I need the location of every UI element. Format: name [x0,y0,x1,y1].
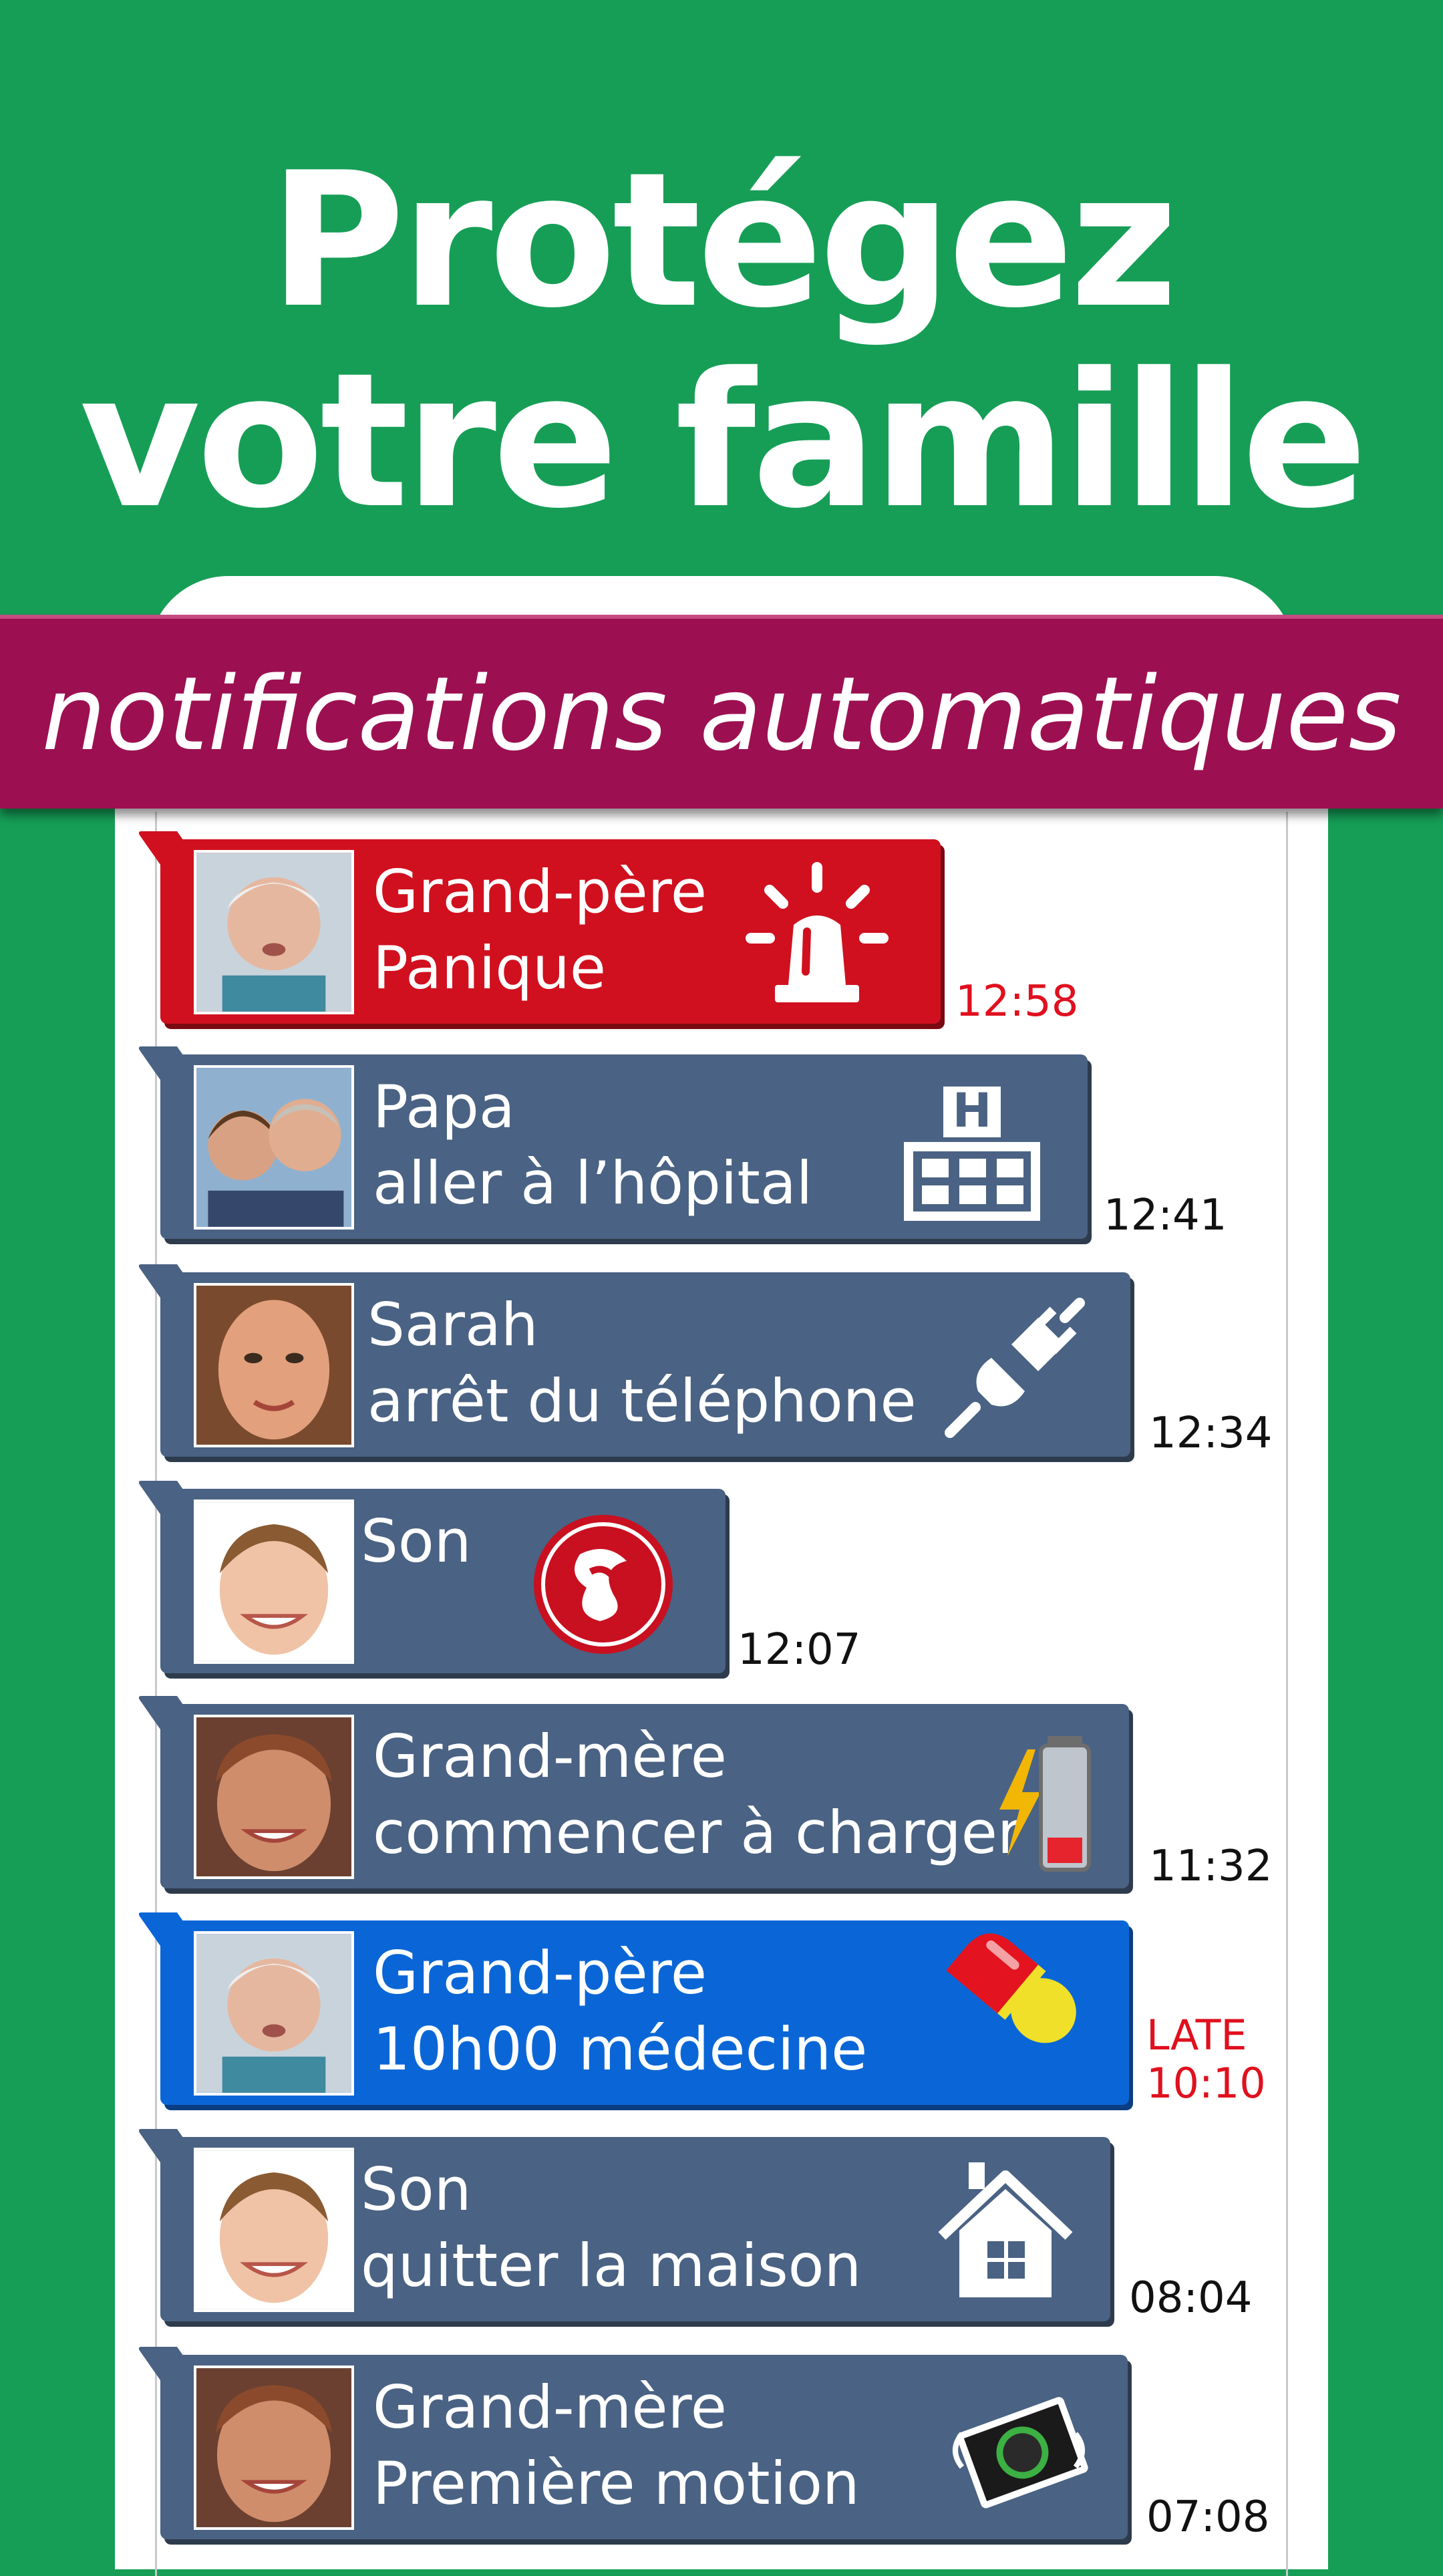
notification-message: quitter la maison [361,2231,862,2300]
avatar-grandfather [194,850,354,1014]
avatar-grandfather [194,1931,354,2096]
late-badge: LATE 10:10 [1146,2011,1266,2108]
app-logo-icon [526,1508,680,1661]
notification-message: aller à l’hôpital [373,1149,813,1218]
notification-time: 12:41 [1104,1191,1227,1240]
late-label: LATE [1146,2011,1247,2059]
notification-card[interactable]: Grand-père 10h00 médecine [160,1920,1129,2105]
notification-time: 07:08 [1146,2492,1270,2542]
svg-text:H: H [953,1083,992,1138]
avatar-dad-couple [194,1065,354,1230]
notification-card[interactable]: Papa aller à l’hôpital H [160,1054,1088,1239]
notification-time: 10:10 [1146,2059,1266,2108]
avatar-sarah [194,1283,354,1447]
notification-message: 10h00 médecine [373,2015,868,2084]
notification-card[interactable]: Grand-père Panique [160,839,941,1024]
siren-icon [740,858,894,1012]
headline-line-2: votre famille [79,333,1368,549]
avatar-grandmother [194,1715,354,1879]
avatar-son [194,2148,354,2312]
ribbon-text: notifications automatiques [41,654,1402,773]
avatar-grandmother [194,2366,354,2530]
hospital-icon: H [895,1073,1049,1227]
avatar-son [194,1499,354,1664]
notification-message: Première motion [373,2449,860,2518]
notification-card[interactable]: Son [160,1489,726,1673]
unplug-icon [938,1291,1092,1445]
notification-name: Son [361,2155,472,2224]
notification-name: Grand-mère [373,2373,727,2442]
notification-time: 08:04 [1129,2273,1253,2323]
notification-card[interactable]: Grand-mère Première motion [160,2355,1128,2539]
headline-line-1: Protégez [269,132,1178,349]
notification-name: Grand-mère [373,1722,727,1791]
notification-name: Sarah [367,1290,538,1359]
notification-message: Panique [373,934,607,1002]
notification-time: 12:07 [738,1625,861,1675]
notification-time: 12:58 [955,977,1079,1026]
notification-name: Papa [373,1072,515,1141]
notification-name: Grand-père [373,857,707,926]
house-icon [929,2156,1082,2309]
ribbon-banner: notifications automatiques [0,615,1443,809]
battery-charging-icon [987,1723,1101,1876]
notification-card[interactable]: Son quitter la maison [160,2137,1110,2321]
camera-motion-icon [942,2374,1096,2527]
notification-name: Grand-père [373,1939,707,2007]
notification-card[interactable]: Sarah arrêt du téléphone [160,1272,1130,1457]
notification-card[interactable]: Grand-mère commencer à charger [160,1704,1129,1888]
notification-message: arrêt du téléphone [367,1367,917,1435]
notification-message: commencer à charger [373,1798,1022,1867]
notification-name: Son [361,1507,472,1576]
notification-time: 12:34 [1149,1409,1273,1458]
headline: Protégez votre famille [0,140,1443,541]
notification-time: 11:32 [1149,1842,1273,1891]
pill-icon [907,1923,1088,2104]
